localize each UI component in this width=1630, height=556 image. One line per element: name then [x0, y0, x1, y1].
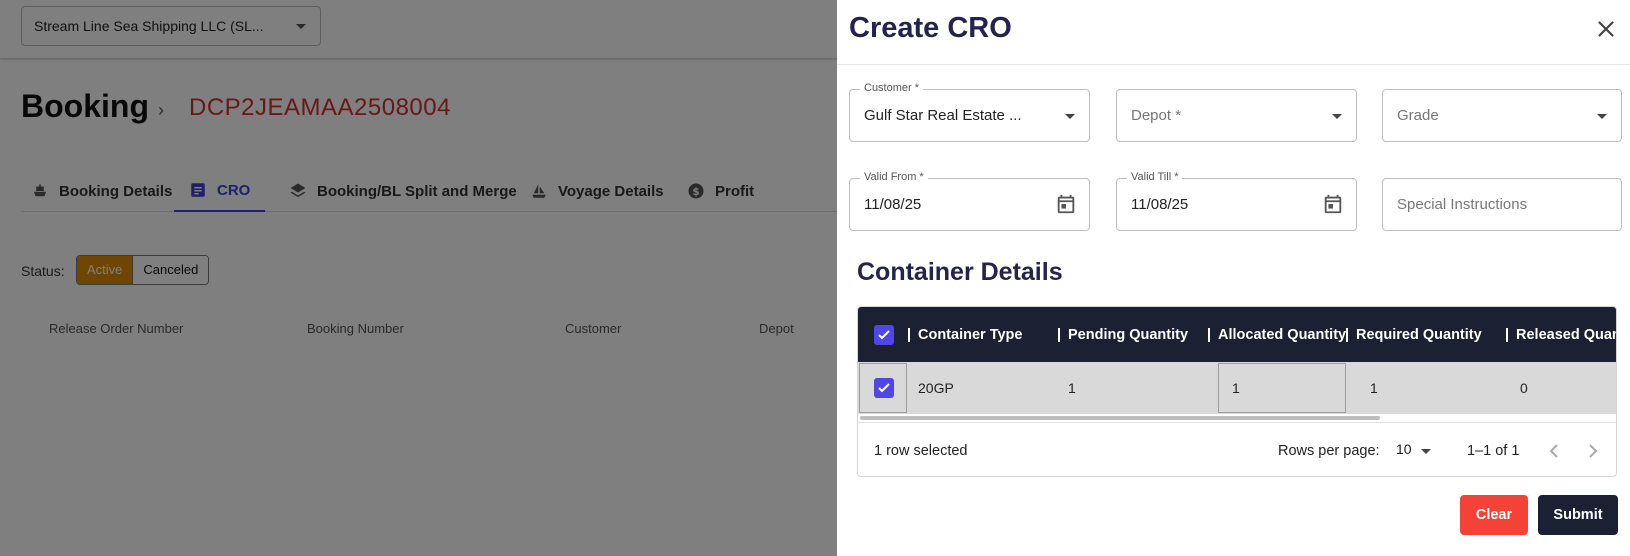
- rows-per-page-select[interactable]: 10: [1396, 441, 1412, 457]
- required-quantity-cell: 1: [1370, 380, 1378, 396]
- released-quantity-cell: 0: [1520, 380, 1528, 396]
- column-header[interactable]: Released Quan: [1516, 307, 1616, 362]
- check-icon: [878, 330, 890, 340]
- chevron-left-icon[interactable]: [1542, 439, 1566, 463]
- create-cro-drawer: Create CRO Customer * Gulf Star Real Est…: [837, 0, 1630, 556]
- chevron-right-icon[interactable]: [1581, 439, 1605, 463]
- section-title: Container Details: [857, 258, 1063, 286]
- valid-from-value: 11/08/25: [864, 196, 922, 213]
- special-instructions-input[interactable]: Special Instructions: [1382, 178, 1622, 231]
- horizontal-scrollbar[interactable]: [860, 416, 1380, 420]
- column-separator[interactable]: [908, 328, 910, 342]
- column-header[interactable]: Container Type: [918, 307, 1022, 362]
- column-header[interactable]: Allocated Quantity: [1218, 307, 1346, 362]
- valid-from-label: Valid From *: [860, 171, 928, 183]
- column-header[interactable]: Required Quantity: [1356, 307, 1482, 362]
- depot-placeholder: Depot *: [1131, 107, 1182, 124]
- table-row[interactable]: 20GP 1 1 1 0: [858, 362, 1616, 414]
- container-details-grid: Container Type Pending Quantity Allocate…: [857, 306, 1617, 477]
- customer-label: Customer *: [860, 82, 924, 94]
- column-separator[interactable]: [1506, 328, 1508, 342]
- calendar-icon[interactable]: [1055, 193, 1077, 215]
- clear-button[interactable]: Clear: [1460, 495, 1528, 535]
- grid-header: Container Type Pending Quantity Allocate…: [858, 307, 1616, 362]
- valid-till-value: 11/08/25: [1131, 196, 1189, 213]
- column-separator[interactable]: [1346, 328, 1348, 342]
- chevron-down-icon: [1065, 114, 1075, 119]
- selected-count: 1 row selected: [874, 443, 968, 459]
- chevron-down-icon: [1597, 114, 1607, 119]
- allocated-quantity-value[interactable]: 1: [1232, 362, 1240, 414]
- pending-quantity-cell: 1: [1068, 380, 1076, 396]
- depot-select[interactable]: Depot *: [1116, 89, 1357, 142]
- pagination-range: 1–1 of 1: [1467, 443, 1520, 459]
- grade-placeholder: Grade: [1397, 107, 1439, 124]
- chevron-down-icon: [1332, 114, 1342, 119]
- select-all-checkbox[interactable]: [874, 325, 894, 345]
- customer-select[interactable]: Customer * Gulf Star Real Estate ...: [849, 82, 1090, 142]
- valid-from-field[interactable]: Valid From * 11/08/25: [849, 171, 1090, 231]
- calendar-icon[interactable]: [1322, 193, 1344, 215]
- row-checkbox[interactable]: [874, 378, 894, 398]
- column-separator[interactable]: [1208, 328, 1210, 342]
- customer-value: Gulf Star Real Estate ...: [864, 107, 1022, 124]
- rows-per-page-label: Rows per page:: [1278, 443, 1380, 459]
- grid-footer: 1 row selected Rows per page: 10 1–1 of …: [858, 422, 1616, 476]
- drawer-title: Create CRO: [849, 12, 1012, 44]
- container-type-cell: 20GP: [918, 380, 954, 396]
- divider: [837, 64, 1630, 65]
- special-instructions-placeholder: Special Instructions: [1397, 196, 1528, 213]
- valid-till-field[interactable]: Valid Till * 11/08/25: [1116, 171, 1357, 231]
- check-icon: [878, 383, 890, 393]
- submit-button[interactable]: Submit: [1538, 495, 1618, 535]
- grade-select[interactable]: Grade: [1382, 89, 1622, 142]
- column-separator[interactable]: [1058, 328, 1060, 342]
- column-header[interactable]: Pending Quantity: [1068, 307, 1188, 362]
- close-icon[interactable]: [1593, 16, 1619, 42]
- chevron-down-icon[interactable]: [1421, 449, 1431, 454]
- valid-till-label: Valid Till *: [1127, 171, 1183, 183]
